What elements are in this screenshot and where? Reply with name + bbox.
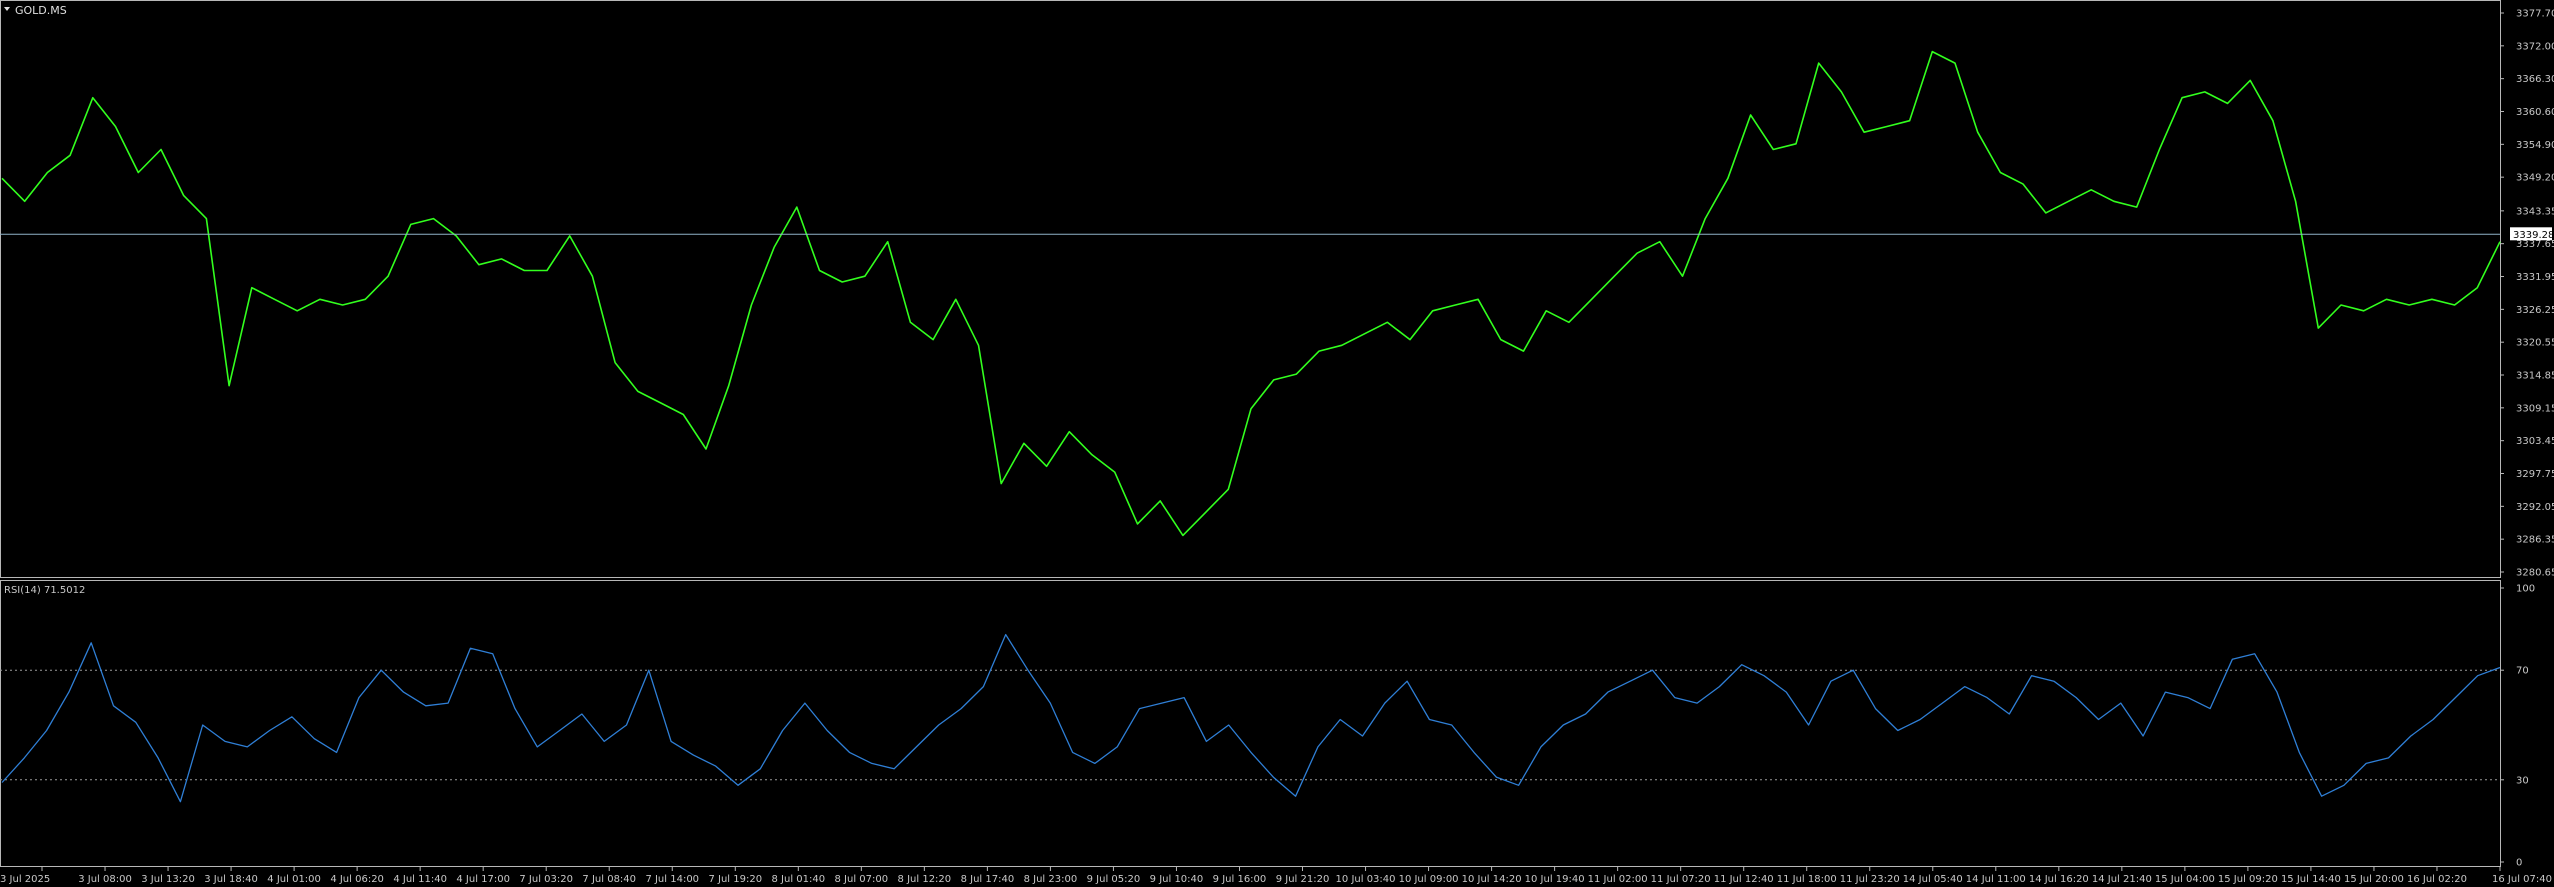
- time-axis-label: 15 Jul 04:00: [2155, 874, 2215, 885]
- price-axis-label: 3326.25: [2516, 305, 2554, 316]
- time-axis-label: 3 Jul 18:40: [204, 874, 258, 885]
- time-axis-label: 15 Jul 09:20: [2218, 874, 2278, 885]
- time-axis-label: 9 Jul 21:20: [1276, 874, 1330, 885]
- time-axis-label: 11 Jul 12:40: [1714, 874, 1774, 885]
- time-axis-label: 11 Jul 23:20: [1840, 874, 1900, 885]
- price-axis-label: 3360.60: [2516, 107, 2554, 118]
- price-axis-label: 3366.30: [2516, 74, 2554, 85]
- price-axis-label: 3280.65: [2516, 568, 2554, 579]
- time-axis-label: 16 Jul 02:20: [2407, 874, 2467, 885]
- time-axis-label: 8 Jul 07:00: [835, 874, 889, 885]
- time-axis-label: 7 Jul 08:40: [582, 874, 636, 885]
- price-axis-label: 3337.65: [2516, 239, 2554, 250]
- time-axis-label: 8 Jul 23:00: [1024, 874, 1078, 885]
- time-axis-label: 8 Jul 17:40: [961, 874, 1015, 885]
- time-axis-label: 11 Jul 18:00: [1777, 874, 1837, 885]
- price-axis-label: 3354.90: [2516, 140, 2554, 151]
- time-axis-label: 7 Jul 14:00: [645, 874, 699, 885]
- time-axis-label: 14 Jul 16:20: [2029, 874, 2089, 885]
- time-axis-label: 9 Jul 10:40: [1150, 874, 1204, 885]
- time-axis-label: 3 Jul 2025: [0, 874, 50, 885]
- chart-background: [0, 0, 2554, 887]
- rsi-title: RSI(14) 71.5012: [4, 585, 85, 596]
- price-axis-label: 3297.75: [2516, 469, 2554, 480]
- time-axis-label: 15 Jul 14:40: [2281, 874, 2341, 885]
- price-axis-label: 3303.45: [2516, 436, 2554, 447]
- time-axis-label: 4 Jul 11:40: [393, 874, 447, 885]
- price-axis-label: 3349.20: [2516, 173, 2554, 184]
- time-axis-label: 9 Jul 16:00: [1213, 874, 1267, 885]
- time-axis-label: 8 Jul 01:40: [772, 874, 826, 885]
- time-axis-label: 8 Jul 12:20: [898, 874, 952, 885]
- symbol-label: GOLD.MS: [15, 4, 67, 17]
- time-axis-label: 14 Jul 11:00: [1966, 874, 2026, 885]
- time-axis-label: 11 Jul 07:20: [1651, 874, 1711, 885]
- price-axis-label: 3286.35: [2516, 535, 2554, 546]
- time-axis-label: 14 Jul 05:40: [1903, 874, 1963, 885]
- rsi-axis-label: 70: [2516, 666, 2529, 677]
- price-axis-label: 3314.85: [2516, 371, 2554, 382]
- rsi-axis-label: 0: [2516, 858, 2522, 869]
- time-axis-label: 9 Jul 05:20: [1087, 874, 1141, 885]
- price-axis-label: 3309.15: [2516, 403, 2554, 414]
- time-axis-label: 10 Jul 09:00: [1399, 874, 1459, 885]
- price-axis-label: 3320.55: [2516, 338, 2554, 349]
- price-axis-label: 3343.35: [2516, 206, 2554, 217]
- time-axis-label: 11 Jul 02:00: [1588, 874, 1648, 885]
- price-axis-label: 3377.70: [2516, 9, 2554, 20]
- price-axis-label: 3331.95: [2516, 272, 2554, 283]
- time-axis-label: 14 Jul 21:40: [2092, 874, 2152, 885]
- time-axis-label: 3 Jul 08:00: [78, 874, 132, 885]
- time-axis-label: 3 Jul 13:20: [141, 874, 195, 885]
- time-axis-label: 7 Jul 19:20: [708, 874, 762, 885]
- time-axis-label: 16 Jul 07:40: [2492, 874, 2552, 885]
- rsi-axis-label: 30: [2516, 775, 2529, 786]
- trading-chart[interactable]: GOLD.MS 3377.70 3372.00 3366.30 3360.60 3354…: [0, 0, 2554, 887]
- time-axis-label: 4 Jul 17:00: [456, 874, 510, 885]
- price-axis-label: 3292.05: [2516, 502, 2554, 513]
- rsi-axis-label: 100: [2516, 584, 2535, 595]
- time-axis-label: 15 Jul 20:00: [2344, 874, 2404, 885]
- time-axis-label: 4 Jul 06:20: [330, 874, 384, 885]
- time-axis-label: 10 Jul 03:40: [1336, 874, 1396, 885]
- time-axis-label: 7 Jul 03:20: [519, 874, 573, 885]
- time-axis-label: 4 Jul 01:00: [267, 874, 321, 885]
- time-axis-label: 10 Jul 19:40: [1525, 874, 1585, 885]
- price-axis-label: 3372.00: [2516, 41, 2554, 52]
- current-price-tag: 3339.28: [2513, 230, 2554, 241]
- time-axis-label: 10 Jul 14:20: [1462, 874, 1522, 885]
